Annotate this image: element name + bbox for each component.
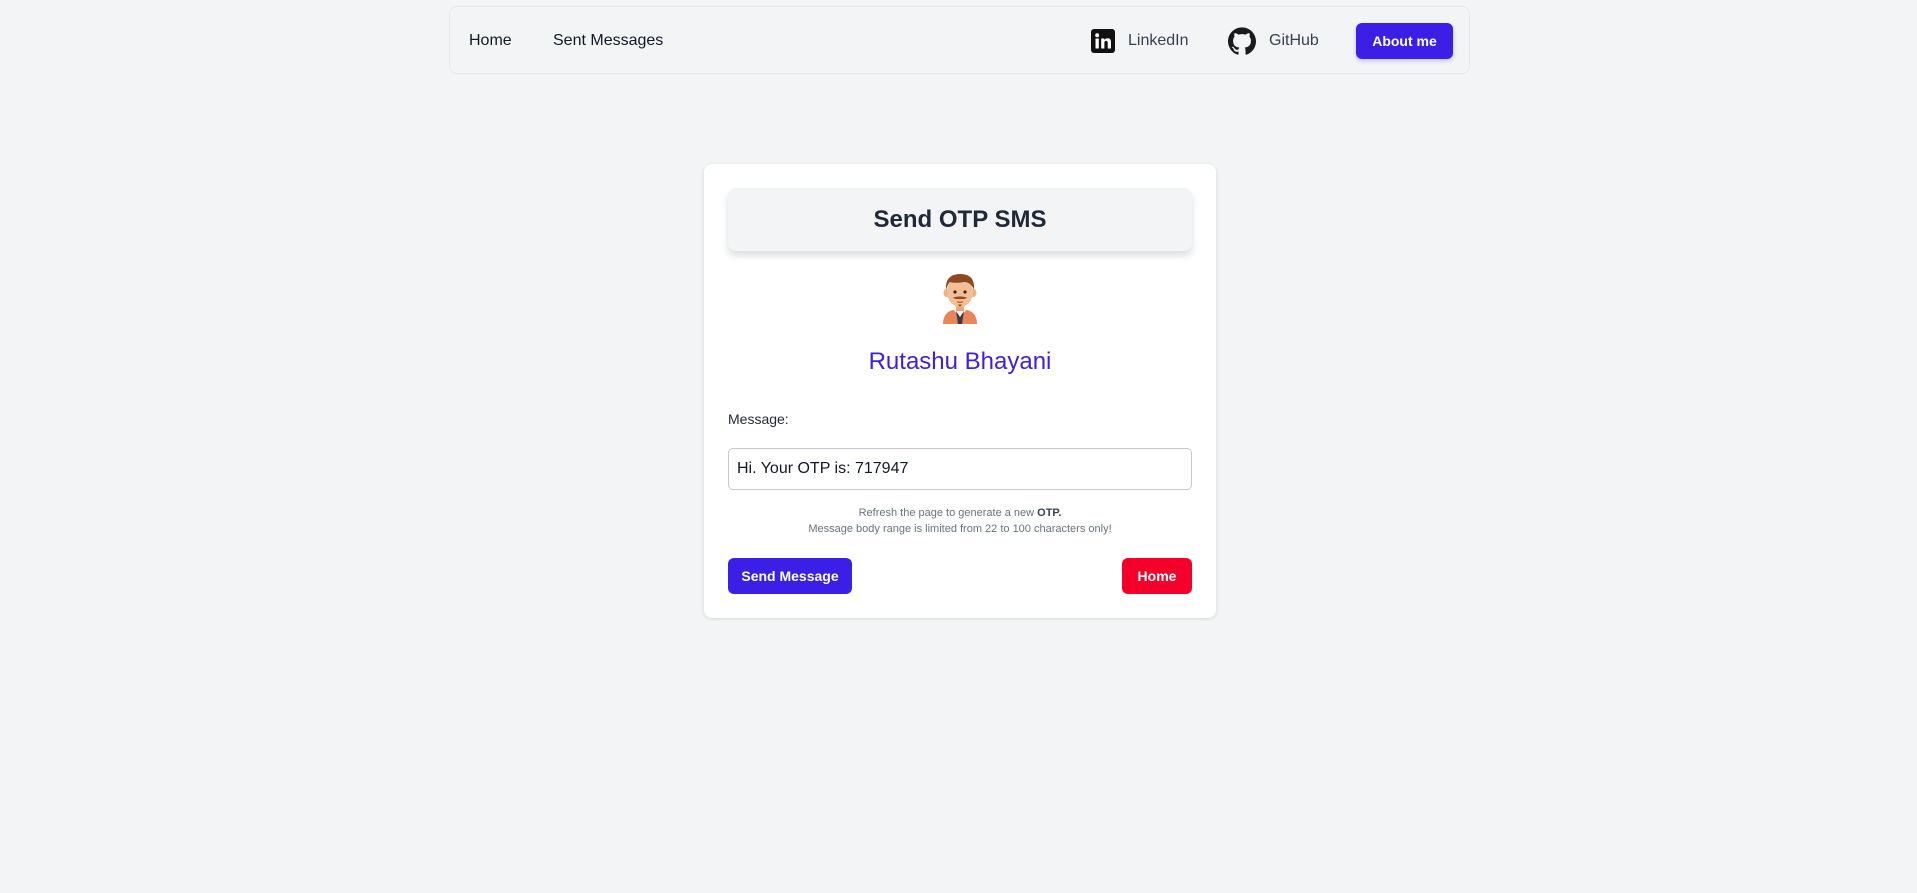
nav-home-link[interactable]: Home <box>469 7 512 75</box>
person-avatar-icon <box>943 274 977 324</box>
send-message-button[interactable]: Send Message <box>728 558 852 594</box>
user-name: Rutashu Bhayani <box>868 348 1052 375</box>
linkedin-label: LinkedIn <box>1128 32 1189 49</box>
top-navbar: Home Sent Messages LinkedIn GitHub About… <box>449 6 1470 74</box>
card-title: Send OTP SMS <box>728 188 1192 251</box>
github-link[interactable]: GitHub <box>1228 7 1319 75</box>
send-otp-card: Send OTP SMS Rutashu Bhayani Message: Re… <box>704 164 1216 618</box>
otp-emphasis: OTP. <box>1037 507 1062 519</box>
nav-sent-messages-link[interactable]: Sent Messages <box>553 7 663 75</box>
linkedin-link[interactable]: LinkedIn <box>1091 7 1189 75</box>
refresh-hint: Refresh the page to generate a new OTP. <box>704 507 1216 519</box>
refresh-hint-text: Refresh the page to generate a new <box>858 507 1035 519</box>
about-me-button[interactable]: About me <box>1356 23 1453 59</box>
linkedin-icon <box>1091 29 1115 53</box>
length-limit-hint: Message body range is limited from 22 to… <box>808 523 1112 535</box>
message-input[interactable] <box>728 448 1192 490</box>
home-button[interactable]: Home <box>1122 558 1192 594</box>
message-label: Message: <box>728 411 789 427</box>
github-label: GitHub <box>1269 32 1319 49</box>
github-icon <box>1228 27 1256 55</box>
